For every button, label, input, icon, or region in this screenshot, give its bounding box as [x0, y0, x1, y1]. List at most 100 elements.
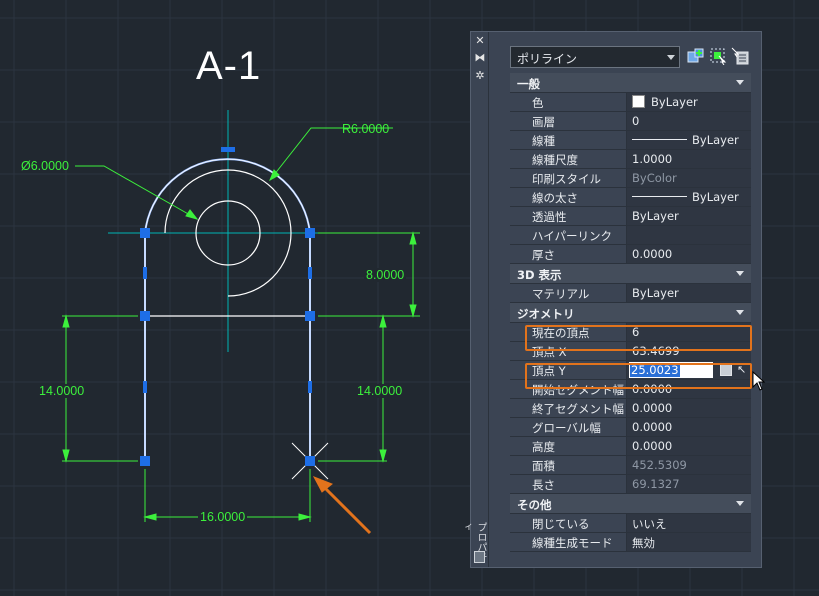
property-row-linetype-scale[interactable]: 線種尺度 1.0000 [510, 150, 751, 169]
palette-icon [474, 551, 485, 563]
palette-title-strip: ✕ ⧓ ✲ プロパティ [460, 32, 489, 567]
property-row-linetype[interactable]: 線種 ByLayer [510, 131, 751, 150]
property-row-color[interactable]: 色 ByLayer [510, 93, 751, 112]
property-row-end-width[interactable]: 終了セグメント幅 0.0000 [510, 399, 751, 418]
section-3d-visualization[interactable]: 3D 表示 [510, 264, 751, 284]
collapse-icon [736, 271, 744, 276]
grip [140, 456, 150, 466]
dimension-left-height-text: 14.0000 [37, 384, 87, 398]
property-row-area[interactable]: 面積 452.5309 [510, 456, 751, 475]
property-value: ByColor [627, 169, 751, 187]
property-row-linetype-generation[interactable]: 線種生成モード 無効 [510, 533, 751, 552]
property-value[interactable]: ByLayer [627, 284, 751, 302]
property-value-text: ByLayer [692, 133, 739, 147]
autohide-icon[interactable]: ⧓ [474, 52, 486, 64]
property-label: ハイパーリンク [527, 226, 627, 244]
property-label: 長さ [527, 475, 627, 493]
property-value[interactable]: ByLayer [627, 207, 751, 225]
dimension-radius-text: R6.0000 [342, 122, 390, 136]
property-row-plot-style[interactable]: 印刷スタイル ByColor [510, 169, 751, 188]
dimension-diameter-text: Ø6.0000 [21, 159, 69, 173]
property-label: 線の太さ [527, 188, 627, 206]
grip-seg-mid [143, 381, 147, 393]
property-value[interactable]: 0 [627, 112, 751, 130]
dimension-right-height-text: 14.0000 [355, 384, 405, 398]
property-label: 終了セグメント幅 [527, 399, 627, 417]
property-value: 69.1327 [627, 475, 751, 493]
grip-seg-mid [308, 267, 312, 279]
property-row-lineweight[interactable]: 線の太さ ByLayer [510, 188, 751, 207]
grip [140, 311, 150, 321]
palette-body: ポリライン 一般 色 ByLayer 画層 0 線種 ByLayer 線種尺度 … [491, 32, 761, 567]
property-value[interactable]: ByLayer [627, 93, 751, 111]
property-value: 452.5309 [627, 456, 751, 474]
property-row-elevation[interactable]: 高度 0.0000 [510, 437, 751, 456]
property-label: 画層 [527, 112, 627, 130]
collapse-icon [736, 501, 744, 506]
property-label: 高度 [527, 437, 627, 455]
grip [305, 228, 315, 238]
dimension-width-text: 16.0000 [198, 510, 248, 524]
property-row-closed[interactable]: 閉じている いいえ [510, 514, 751, 533]
linetype-sample [632, 139, 687, 140]
property-row-length[interactable]: 長さ 69.1327 [510, 475, 751, 494]
property-row-layer[interactable]: 画層 0 [510, 112, 751, 131]
section-geometry[interactable]: ジオメトリ [510, 303, 751, 323]
property-row-global-width[interactable]: グローバル幅 0.0000 [510, 418, 751, 437]
color-swatch [632, 95, 645, 108]
property-value[interactable]: 0.0000 [627, 399, 751, 417]
property-label: 線種 [527, 131, 627, 149]
toggle-pickadd-icon[interactable] [687, 47, 705, 65]
collapse-icon [736, 80, 744, 85]
property-row-material[interactable]: マテリアル ByLayer [510, 284, 751, 303]
property-label: 透過性 [527, 207, 627, 225]
property-value[interactable]: 0.0000 [627, 245, 751, 263]
property-label: 色 [527, 93, 627, 111]
property-label: 閉じている [527, 514, 627, 532]
section-misc[interactable]: その他 [510, 494, 751, 514]
property-row-thickness[interactable]: 厚さ 0.0000 [510, 245, 751, 264]
property-label: マテリアル [527, 284, 627, 302]
property-value[interactable]: ByLayer [627, 188, 751, 206]
select-objects-icon[interactable] [709, 47, 727, 65]
property-value-text: ByLayer [692, 190, 739, 204]
highlight-vertex-y [525, 363, 752, 389]
lineweight-sample [632, 196, 687, 197]
mouse-cursor-icon [752, 371, 766, 391]
property-row-transparency[interactable]: 透過性 ByLayer [510, 207, 751, 226]
highlight-current-vertex [525, 325, 752, 351]
property-value[interactable]: ByLayer [627, 131, 751, 149]
section-geometry-label: ジオメトリ [517, 307, 575, 321]
section-misc-label: その他 [517, 498, 552, 512]
property-row-hyperlink[interactable]: ハイパーリンク [510, 226, 751, 245]
property-value[interactable] [627, 226, 751, 244]
close-icon[interactable]: ✕ [474, 35, 486, 47]
grip-seg-mid [308, 381, 312, 393]
settings-icon[interactable]: ✲ [474, 70, 486, 82]
object-type-dropdown[interactable]: ポリライン [510, 46, 680, 68]
property-value[interactable]: 無効 [627, 533, 751, 551]
annotation-arrow [312, 476, 372, 535]
property-label: 印刷スタイル [527, 169, 627, 187]
collapse-icon [736, 310, 744, 315]
section-3d-label: 3D 表示 [517, 268, 562, 282]
property-label: 厚さ [527, 245, 627, 263]
object-type-value: ポリライン [517, 52, 578, 66]
property-value[interactable]: いいえ [627, 514, 751, 532]
property-value[interactable]: 0.0000 [627, 418, 751, 436]
grip [305, 311, 315, 321]
property-label: 線種尺度 [527, 150, 627, 168]
property-label: グローバル幅 [527, 418, 627, 436]
drawing-title: A-1 [196, 44, 262, 88]
quick-select-icon[interactable] [731, 47, 749, 65]
grip-arc-mid [221, 147, 235, 152]
chevron-down-icon [667, 55, 675, 60]
section-general-label: 一般 [517, 77, 540, 91]
property-value[interactable]: 0.0000 [627, 437, 751, 455]
property-label: 線種生成モード [527, 533, 627, 551]
property-value-text: ByLayer [651, 95, 698, 109]
grip-seg-mid [143, 267, 147, 279]
property-table: 一般 色 ByLayer 画層 0 線種 ByLayer 線種尺度 1.0000… [510, 73, 751, 552]
property-value[interactable]: 1.0000 [627, 150, 751, 168]
section-general[interactable]: 一般 [510, 73, 751, 93]
